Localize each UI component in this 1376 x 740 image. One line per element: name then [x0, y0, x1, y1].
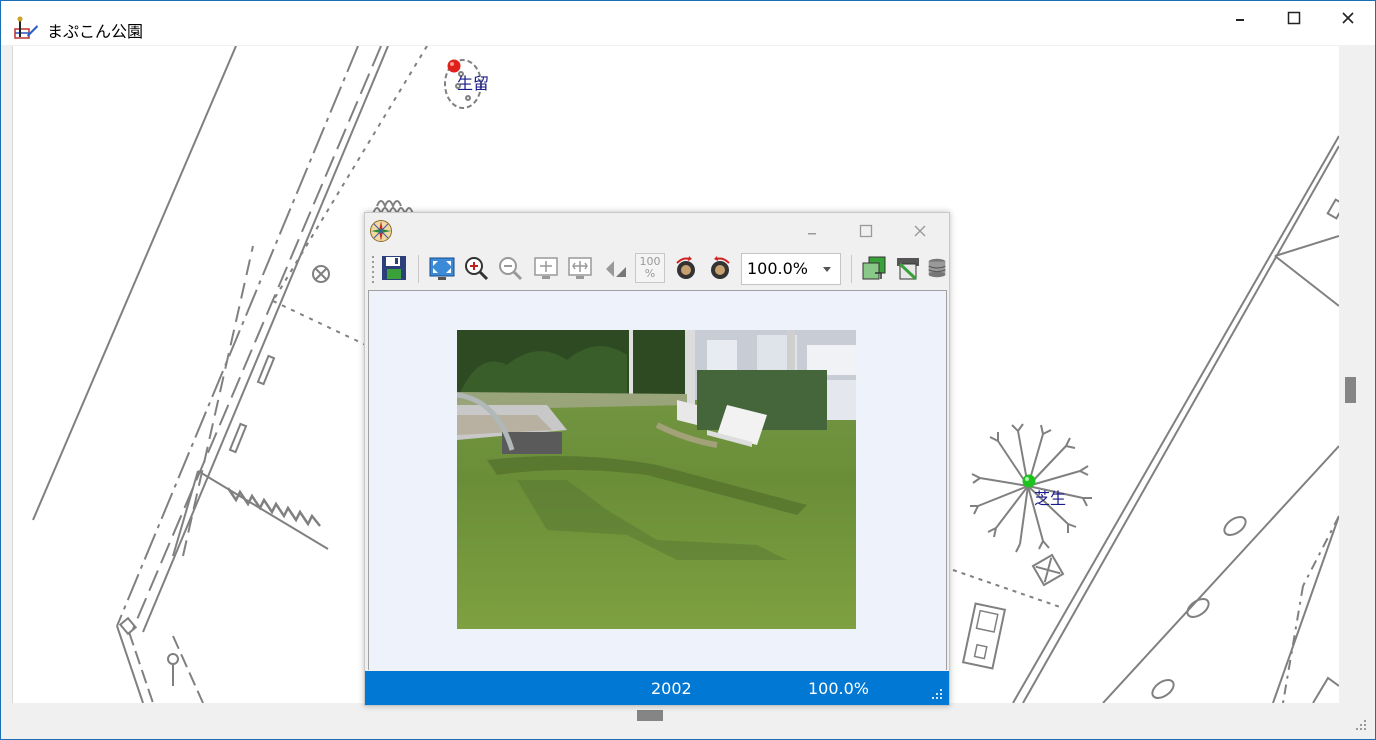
survey-app-icon: [14, 16, 38, 39]
zoom-select[interactable]: 100.0%: [741, 253, 841, 285]
rotate-right-button[interactable]: [705, 253, 735, 283]
fit-height-icon: [568, 257, 592, 279]
toolbar-grip-icon: [372, 256, 374, 283]
horizontal-scrollbar[interactable]: [12, 703, 1339, 727]
maximize-icon: [859, 224, 873, 238]
compass-rose-icon: [370, 220, 392, 242]
park-photo: [457, 330, 856, 629]
rotate-left-icon: [676, 256, 695, 279]
resize-grip-icon[interactable]: [931, 688, 943, 700]
fit-window-icon: [429, 257, 455, 280]
fit-window-button[interactable]: [427, 253, 457, 283]
viewer-close-button[interactable]: [893, 217, 947, 245]
zoom-out-icon: [499, 257, 523, 281]
photo-canvas[interactable]: [368, 290, 947, 670]
database-icon: [928, 258, 946, 278]
maximize-button[interactable]: [1267, 1, 1321, 35]
photo-viewer-window: 100 % 100.0% 2002 100.0%: [364, 212, 950, 706]
vertical-scrollbar[interactable]: [1339, 46, 1363, 703]
map-marker-label[interactable]: 生留: [457, 70, 489, 94]
toolbar-separator: [851, 255, 852, 283]
minimize-button[interactable]: [1213, 1, 1267, 35]
viewer-status-bar: 2002 100.0%: [365, 671, 949, 705]
viewer-minimize-button[interactable]: [785, 217, 839, 245]
horizontal-scroll-thumb[interactable]: [637, 710, 663, 721]
zoom-select-value: 100.0%: [747, 259, 809, 278]
vertical-scroll-thumb[interactable]: [1345, 377, 1356, 403]
close-icon: [1342, 12, 1354, 24]
viewer-maximize-button[interactable]: [839, 217, 893, 245]
zoom-in-button[interactable]: [461, 253, 491, 283]
rotate-left-button[interactable]: [671, 253, 701, 283]
chevron-down-icon: [823, 267, 831, 272]
toolbar-separator: [418, 255, 419, 283]
map-marker-label[interactable]: 芝生: [1034, 485, 1066, 509]
status-zoom: 100.0%: [808, 679, 870, 698]
close-icon: [914, 225, 926, 237]
fit-width-icon: [534, 257, 558, 279]
zoom-100-button[interactable]: 100 %: [635, 253, 665, 283]
fit-width-button[interactable]: [531, 253, 561, 283]
minimize-icon: [808, 233, 816, 235]
resize-grip-icon[interactable]: [1355, 719, 1367, 731]
settings-button[interactable]: [925, 253, 949, 283]
maximize-icon: [1287, 11, 1301, 25]
window-title: まぷこん公園: [47, 22, 144, 41]
status-year: 2002: [651, 679, 692, 698]
main-window: まぷこん公園 生留 芝生 100 % 100.0% 2002 100.0%: [0, 0, 1376, 740]
print-icon: [897, 258, 919, 281]
actual-size-button[interactable]: [601, 253, 631, 283]
viewer-title-bar: [365, 213, 949, 249]
viewer-toolbar: 100 % 100.0%: [365, 249, 949, 289]
rotate-right-icon: [711, 256, 730, 279]
save-icon: [382, 256, 406, 280]
print-button[interactable]: [893, 253, 923, 283]
zoom-in-icon: [465, 257, 489, 281]
minimize-icon: [1236, 19, 1244, 21]
copy-image-button[interactable]: [859, 253, 889, 283]
resize-arrow-icon: [606, 261, 626, 277]
title-bar: まぷこん公園: [1, 1, 1375, 45]
copy-image-icon: [862, 256, 886, 280]
save-button[interactable]: [379, 253, 409, 283]
zoom-out-button[interactable]: [495, 253, 525, 283]
zoom-100-label: 100 %: [639, 255, 661, 280]
close-button[interactable]: [1321, 1, 1375, 35]
fit-height-button[interactable]: [565, 253, 595, 283]
